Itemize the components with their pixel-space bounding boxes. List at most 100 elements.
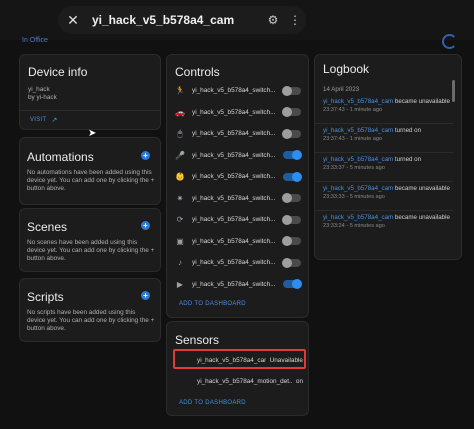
logbook-entity-link[interactable]: yi_hack_v5_b578a4_cam [323,98,393,105]
logbook-action: turned on [393,156,422,163]
external-link-icon: ↗ [51,117,58,124]
controls-list: 🏃 yi_hack_v5_b578a4_switch... 🚗 yi_hack_v5_… [167,80,308,295]
control-label: yi_hack_v5_b578a4_switch... [192,87,276,94]
control-label: yi_hack_v5_b578a4_switch... [192,259,276,266]
automations-card: Automations + No automations have been a… [19,137,161,205]
add-automation-icon[interactable]: + [141,151,150,160]
kebab-menu-icon[interactable]: ⋮ [284,13,306,27]
control-label: yi_hack_v5_b578a4_switch... [192,108,276,116]
logbook-action: became unavailable [393,185,450,192]
control-row[interactable]: 🖱 yi_hack_v5_b578a4_switch... [167,123,307,144]
logbook-time: 23:33:33 - 5 minutes ago [323,194,385,200]
sensor-row[interactable]: yi_hack_v5_b578a4_motion_det... on [177,375,303,387]
logbook-action: became unavailable [393,98,450,105]
logbook-entity-link[interactable]: yi_hack_v5_b578a4_cam [323,185,393,192]
device-dialog-header: ✕ yi_hack_v5_b578a4_cam ⚙ ⋮ [58,6,306,34]
automations-empty-text: No automations have been added using thi… [27,169,155,192]
control-row[interactable]: ▣ yi_hack_v5_b578a4_switch... [167,231,307,252]
device-model: yi_hack [28,86,50,93]
control-label: yi_hack_v5_b578a4_switch... [192,130,276,137]
visit-button[interactable]: VISIT ↗ [30,116,58,124]
toggle-knob [292,171,302,182]
save-icon: ▣ [176,236,184,246]
logbook-entity-link[interactable]: yi_hack_v5_b578a4_cam [323,156,393,163]
logbook-entry: yi_hack_v5_b578a4_cam became unavailable… [323,214,451,230]
control-toggle[interactable] [282,85,301,96]
scripts-card: Scripts + No scripts have been added usi… [19,278,161,342]
card-title: Scenes [27,220,68,234]
visit-label: VISIT [30,117,47,123]
logbook-time: 23:37:43 - 1 minute ago [323,136,383,142]
control-row[interactable]: 👶 yi_hack_v5_b578a4_switch... [167,166,307,187]
control-toggle[interactable] [283,279,302,289]
sensors-add-to-dashboard-button[interactable]: ADD TO DASHBOARD [179,400,246,406]
add-scene-icon[interactable]: + [141,221,150,230]
controls-add-to-dashboard-button[interactable]: ADD TO DASHBOARD [179,301,246,307]
control-label: yi_hack_v5_b578a4_switch... [192,216,276,223]
logbook-entry-text: yi_hack_v5_b578a4_cam turned on [323,156,451,164]
logbook-entry: yi_hack_v5_b578a4_cam became unavailable… [323,185,451,201]
logbook-entity-link[interactable]: yi_hack_v5_b578a4_cam [323,127,393,134]
gear-icon[interactable]: ⚙ [262,13,284,27]
control-label: yi_hack_v5_b578a4_switch... [192,237,276,245]
control-toggle[interactable] [282,257,301,268]
control-row[interactable]: 🚗 yi_hack_v5_b578a4_switch... [167,102,307,123]
control-label: yi_hack_v5_b578a4_switch... [192,151,276,159]
control-row[interactable]: ♪ yi_hack_v5_b578a4_switch... [167,252,307,273]
device-manufacturer: by yi-hack [28,94,57,101]
control-row[interactable]: ✷ yi_hack_v5_b578a4_switch... [167,188,307,209]
control-toggle[interactable] [282,107,301,117]
toggle-knob [282,193,292,203]
logbook-entry: yi_hack_v5_b578a4_cam turned on 23:33:37 … [323,156,451,172]
control-toggle[interactable] [282,236,301,246]
card-title: Automations [27,150,94,164]
music-icon: ♪ [178,258,182,267]
toggle-knob [282,128,292,139]
controls-card: Controls 🏃 yi_hack_v5_b578a4_switch... 🚗 yi… [166,54,309,318]
control-row[interactable]: 🏃 yi_hack_v5_b578a4_switch... [167,80,307,101]
area-link[interactable]: In Office [22,37,48,44]
close-icon[interactable]: ✕ [60,12,86,29]
toggle-knob [282,236,292,246]
control-toggle[interactable] [282,128,301,139]
control-row[interactable]: ⟳ yi_hack_v5_b578a4_switch... [167,209,307,230]
toggle-knob [292,279,302,289]
logbook-entry: yi_hack_v5_b578a4_cam became unavailable… [323,98,451,114]
control-label: yi_hack_v5_b578a4_switch... [192,194,276,202]
mouse-icon: 🖱 [177,128,183,138]
logbook-entry-text: yi_hack_v5_b578a4_cam turned on [323,127,451,135]
add-script-icon[interactable]: + [141,291,150,300]
logbook-time: 23:37:43 - 1 minute ago [323,107,383,113]
motion-icon: 🏃 [175,86,185,95]
control-toggle[interactable] [283,150,302,160]
card-title: Logbook [323,62,370,76]
logbook-entry-text: yi_hack_v5_b578a4_cam became unavailable [323,185,451,193]
device-title: yi_hack_v5_b578a4_cam [92,13,235,27]
control-toggle[interactable] [283,171,302,182]
card-title: Scripts [27,290,64,304]
control-row[interactable]: 🎤 yi_hack_v5_b578a4_switch... [167,145,307,166]
logbook-card: Logbook 14 April 2023 yi_hack_v5_b578a4_… [314,54,462,260]
logbook-scrollbar[interactable] [452,80,455,102]
baby-icon: 👶 [175,172,185,181]
logbook-action: turned on [393,127,422,134]
divider [315,181,453,182]
scripts-empty-text: No scripts have been added using this de… [27,309,155,332]
logbook-action: became unavailable [393,214,450,221]
card-title: Device info [28,65,88,79]
toggle-knob [282,85,292,96]
control-label: yi_hack_v5_b578a4_switch... [192,173,276,180]
control-row[interactable]: ▶ yi_hack_v5_b578a4_switch... [167,274,307,295]
control-toggle[interactable] [282,193,301,203]
divider [315,210,453,211]
control-toggle[interactable] [282,214,301,225]
toggle-knob [282,214,292,225]
light-icon: ✷ [176,193,184,203]
toggle-knob [282,107,292,117]
logbook-entity-link[interactable]: yi_hack_v5_b578a4_cam [323,214,393,221]
highlight-box [173,349,306,369]
control-label: yi_hack_v5_b578a4_switch... [192,280,276,288]
scenes-card: Scenes + No scenes have been added using… [19,208,161,272]
card-title: Controls [175,65,220,79]
toggle-knob [292,150,302,160]
